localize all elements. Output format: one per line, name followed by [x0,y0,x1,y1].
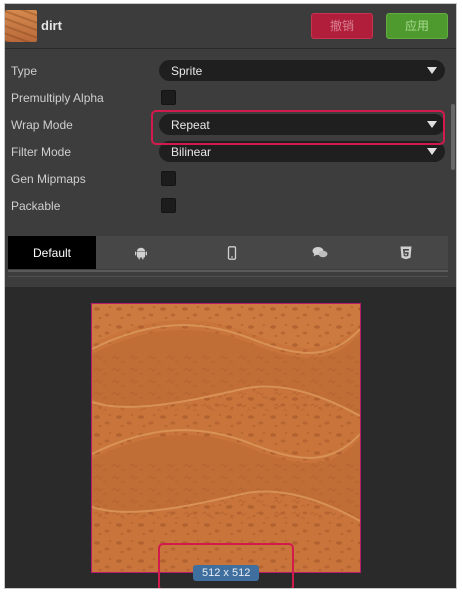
html5-icon [400,246,412,259]
type-select[interactable]: Sprite [159,60,445,81]
type-value: Sprite [171,64,203,78]
premultiply-alpha-label: Premultiply Alpha [11,91,104,105]
android-icon [135,247,147,259]
tab-mobile[interactable] [202,236,262,269]
chevron-down-icon [427,148,437,155]
filter-mode-value: Bilinear [171,145,212,159]
asset-name: dirt [41,18,62,33]
texture-size-badge: 512 x 512 [193,565,260,581]
inspector-header: dirt 撤销 应用 [5,4,456,49]
packable-row: Packable [5,193,445,219]
chevron-down-icon [427,67,437,74]
tab-html5[interactable] [376,236,436,269]
filter-mode-select[interactable]: Bilinear [159,141,445,162]
wrap-mode-label: Wrap Mode [11,118,73,132]
wrap-mode-row: Wrap Mode Repeat [5,112,445,138]
type-label: Type [11,64,38,78]
tab-default[interactable]: Default [8,236,96,269]
dirt-texture-image [92,304,360,572]
tabs-divider [8,270,448,272]
tab-android[interactable] [111,236,171,269]
cancel-button[interactable]: 撤销 [311,13,373,39]
gen-mipmaps-row: Gen Mipmaps [5,166,445,192]
texture-preview-area: 512 x 512 [5,287,456,588]
wrap-mode-value: Repeat [171,118,210,132]
filter-mode-label: Filter Mode [11,145,72,159]
tabs-divider-secondary [8,276,448,277]
packable-checkbox[interactable] [161,198,176,213]
mobile-phone-icon [227,245,237,260]
chat-bubbles-icon [312,247,328,258]
chevron-down-icon [427,121,437,128]
packable-label: Packable [11,199,61,213]
apply-button[interactable]: 应用 [386,13,448,39]
dirt-texture-preview [91,303,361,573]
tab-chat[interactable] [290,236,350,269]
panel-scrollbar[interactable] [451,104,455,170]
filter-mode-row: Filter Mode Bilinear [5,139,445,165]
gen-mipmaps-checkbox[interactable] [161,171,176,186]
gen-mipmaps-label: Gen Mipmaps [11,172,86,186]
texture-inspector: dirt 撤销 应用 Type Sprite Premultiply Alpha… [4,3,457,589]
premultiply-alpha-row: Premultiply Alpha [5,85,445,111]
type-row: Type Sprite [5,58,445,84]
asset-thumbnail [5,10,37,42]
premultiply-alpha-checkbox[interactable] [161,90,176,105]
platform-tabs: Default [8,236,448,269]
wrap-mode-select[interactable]: Repeat [159,114,445,135]
